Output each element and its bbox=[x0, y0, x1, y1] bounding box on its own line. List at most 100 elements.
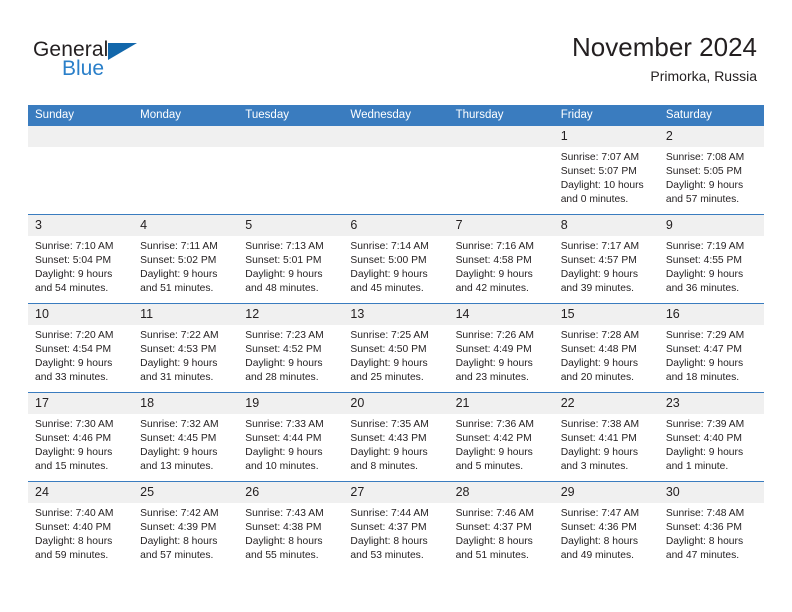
daylight-text-line2: and 33 minutes. bbox=[35, 372, 109, 383]
daylight-text-line1: Daylight: 9 hours bbox=[35, 269, 113, 280]
sunset-text: Sunset: 4:45 PM bbox=[140, 433, 217, 444]
daylight-text-line1: Daylight: 9 hours bbox=[140, 358, 218, 369]
calendar-day-cell[interactable]: 25 Sunrise: 7:42 AM Sunset: 4:39 PM Dayligh… bbox=[133, 481, 239, 570]
daylight-text-line2: and 13 minutes. bbox=[140, 461, 214, 472]
calendar-day-cell-empty bbox=[448, 126, 554, 215]
sunset-text: Sunset: 4:40 PM bbox=[35, 522, 112, 533]
day-number bbox=[448, 126, 554, 147]
sunset-text: Sunset: 4:41 PM bbox=[560, 433, 637, 444]
sunrise-text: Sunrise: 7:25 AM bbox=[350, 330, 429, 341]
day-number bbox=[343, 126, 449, 147]
sunset-text: Sunset: 5:04 PM bbox=[35, 255, 112, 266]
calendar-day-cell[interactable]: 18 Sunrise: 7:32 AM Sunset: 4:45 PM Dayligh… bbox=[133, 392, 239, 482]
calendar-day-cell[interactable]: 11 Sunrise: 7:22 AM Sunset: 4:53 PM Dayligh… bbox=[133, 303, 239, 393]
daylight-text-line1: Daylight: 9 hours bbox=[560, 269, 638, 280]
day-details: Sunrise: 7:47 AM Sunset: 4:36 PM Daylight:… bbox=[554, 503, 659, 563]
calendar-day-cell[interactable]: 27 Sunrise: 7:44 AM Sunset: 4:37 PM Dayligh… bbox=[343, 481, 449, 570]
calendar-day-cell[interactable]: 26 Sunrise: 7:43 AM Sunset: 4:38 PM Dayligh… bbox=[238, 481, 344, 570]
daylight-text-line1: Daylight: 8 hours bbox=[35, 536, 113, 547]
calendar-day-cell[interactable]: 10 Sunrise: 7:20 AM Sunset: 4:54 PM Dayligh… bbox=[28, 303, 134, 393]
daylight-text-line2: and 51 minutes. bbox=[140, 283, 214, 294]
brand-logo[interactable]: General Blue bbox=[33, 38, 153, 84]
daylight-text-line1: Daylight: 9 hours bbox=[35, 358, 113, 369]
day-details bbox=[238, 147, 343, 151]
daylight-text-line1: Daylight: 8 hours bbox=[665, 536, 744, 547]
day-number: 11 bbox=[133, 304, 239, 325]
calendar-day-cell[interactable]: 28 Sunrise: 7:46 AM Sunset: 4:37 PM Dayligh… bbox=[448, 481, 554, 570]
sunrise-text: Sunrise: 7:43 AM bbox=[245, 508, 324, 519]
calendar-day-cell[interactable]: 13 Sunrise: 7:25 AM Sunset: 4:50 PM Dayligh… bbox=[343, 303, 449, 393]
daylight-text-line2: and 45 minutes. bbox=[350, 283, 424, 294]
calendar-day-cell[interactable]: 9 Sunrise: 7:19 AM Sunset: 4:55 PM Daylight… bbox=[658, 214, 764, 304]
calendar-day-cell[interactable]: 20 Sunrise: 7:35 AM Sunset: 4:43 PM Dayligh… bbox=[343, 392, 449, 482]
day-number: 30 bbox=[658, 482, 764, 503]
sunset-text: Sunset: 4:52 PM bbox=[245, 344, 322, 355]
day-number: 23 bbox=[658, 393, 764, 414]
sunrise-text: Sunrise: 7:16 AM bbox=[455, 241, 534, 252]
calendar-day-cell[interactable]: 4 Sunrise: 7:11 AM Sunset: 5:02 PM Daylight… bbox=[133, 214, 239, 304]
day-details: Sunrise: 7:35 AM Sunset: 4:43 PM Daylight:… bbox=[343, 414, 448, 474]
sunset-text: Sunset: 4:38 PM bbox=[245, 522, 322, 533]
calendar-day-cell[interactable]: 1 Sunrise: 7:07 AM Sunset: 5:07 PM Daylight… bbox=[553, 126, 659, 215]
calendar-day-cell[interactable]: 17 Sunrise: 7:30 AM Sunset: 4:46 PM Dayligh… bbox=[28, 392, 134, 482]
daylight-text-line2: and 48 minutes. bbox=[245, 283, 319, 294]
daylight-text-line2: and 1 minute. bbox=[665, 461, 729, 472]
day-number bbox=[238, 126, 344, 147]
column-header-friday: Friday bbox=[553, 105, 659, 126]
daylight-text-line1: Daylight: 9 hours bbox=[35, 447, 113, 458]
calendar-day-cell[interactable]: 19 Sunrise: 7:33 AM Sunset: 4:44 PM Dayligh… bbox=[238, 392, 344, 482]
calendar-week-row: 17 Sunrise: 7:30 AM Sunset: 4:46 PM Dayligh… bbox=[28, 392, 764, 482]
day-number: 18 bbox=[133, 393, 239, 414]
sunrise-text: Sunrise: 7:26 AM bbox=[455, 330, 534, 341]
sunrise-text: Sunrise: 7:13 AM bbox=[245, 241, 324, 252]
column-header-sunday: Sunday bbox=[28, 105, 134, 126]
daylight-text-line2: and 3 minutes. bbox=[560, 461, 629, 472]
calendar-day-cell[interactable]: 12 Sunrise: 7:23 AM Sunset: 4:52 PM Dayligh… bbox=[238, 303, 344, 393]
calendar-day-cell[interactable]: 6 Sunrise: 7:14 AM Sunset: 5:00 PM Daylight… bbox=[343, 214, 449, 304]
day-number: 22 bbox=[553, 393, 659, 414]
sunset-text: Sunset: 4:40 PM bbox=[665, 433, 742, 444]
day-details: Sunrise: 7:07 AM Sunset: 5:07 PM Daylight:… bbox=[554, 147, 659, 207]
title-block: November 2024 Primorka, Russia bbox=[572, 33, 757, 84]
sunrise-text: Sunrise: 7:10 AM bbox=[35, 241, 114, 252]
sunset-text: Sunset: 5:02 PM bbox=[140, 255, 217, 266]
day-number: 12 bbox=[238, 304, 344, 325]
day-details bbox=[449, 147, 554, 151]
calendar-day-cell[interactable]: 15 Sunrise: 7:28 AM Sunset: 4:48 PM Dayligh… bbox=[553, 303, 659, 393]
sunset-text: Sunset: 4:44 PM bbox=[245, 433, 322, 444]
calendar-day-cell[interactable]: 8 Sunrise: 7:17 AM Sunset: 4:57 PM Daylight… bbox=[553, 214, 659, 304]
day-number bbox=[28, 126, 134, 147]
sunset-text: Sunset: 5:07 PM bbox=[560, 166, 637, 177]
calendar-day-cell[interactable]: 22 Sunrise: 7:38 AM Sunset: 4:41 PM Dayligh… bbox=[553, 392, 659, 482]
calendar-day-cell[interactable]: 16 Sunrise: 7:29 AM Sunset: 4:47 PM Dayligh… bbox=[658, 303, 764, 393]
calendar-day-cell[interactable]: 24 Sunrise: 7:40 AM Sunset: 4:40 PM Dayligh… bbox=[28, 481, 134, 570]
sunset-text: Sunset: 4:36 PM bbox=[665, 522, 742, 533]
day-number: 1 bbox=[553, 126, 659, 147]
sunset-text: Sunset: 4:37 PM bbox=[350, 522, 427, 533]
sunset-text: Sunset: 4:57 PM bbox=[560, 255, 637, 266]
sunrise-text: Sunrise: 7:17 AM bbox=[560, 241, 640, 252]
brand-triangle-icon bbox=[108, 43, 137, 60]
sunset-text: Sunset: 4:37 PM bbox=[455, 522, 532, 533]
calendar-day-cell[interactable]: 5 Sunrise: 7:13 AM Sunset: 5:01 PM Daylight… bbox=[238, 214, 344, 304]
day-number: 19 bbox=[238, 393, 344, 414]
daylight-text-line2: and 57 minutes. bbox=[665, 194, 740, 205]
sunset-text: Sunset: 4:47 PM bbox=[665, 344, 742, 355]
day-number: 8 bbox=[553, 215, 659, 236]
calendar-day-cell[interactable]: 21 Sunrise: 7:36 AM Sunset: 4:42 PM Dayligh… bbox=[448, 392, 554, 482]
calendar-day-cell[interactable]: 23 Sunrise: 7:39 AM Sunset: 4:40 PM Dayligh… bbox=[658, 392, 764, 482]
daylight-text-line1: Daylight: 8 hours bbox=[560, 536, 638, 547]
calendar-day-cell[interactable]: 14 Sunrise: 7:26 AM Sunset: 4:49 PM Dayligh… bbox=[448, 303, 554, 393]
day-details: Sunrise: 7:32 AM Sunset: 4:45 PM Daylight:… bbox=[133, 414, 238, 474]
calendar-day-cell[interactable]: 7 Sunrise: 7:16 AM Sunset: 4:58 PM Daylight… bbox=[448, 214, 554, 304]
day-details: Sunrise: 7:13 AM Sunset: 5:01 PM Daylight:… bbox=[238, 236, 343, 296]
sunset-text: Sunset: 4:58 PM bbox=[455, 255, 532, 266]
calendar-day-cell[interactable]: 2 Sunrise: 7:08 AM Sunset: 5:05 PM Daylight… bbox=[658, 126, 764, 215]
daylight-text-line1: Daylight: 9 hours bbox=[560, 447, 638, 458]
calendar-day-cell[interactable]: 30 Sunrise: 7:48 AM Sunset: 4:36 PM Dayligh… bbox=[658, 481, 764, 570]
sunrise-text: Sunrise: 7:14 AM bbox=[350, 241, 429, 252]
calendar-day-cell[interactable]: 3 Sunrise: 7:10 AM Sunset: 5:04 PM Daylight… bbox=[28, 214, 134, 304]
sunset-text: Sunset: 4:53 PM bbox=[140, 344, 217, 355]
calendar-day-cell[interactable]: 29 Sunrise: 7:47 AM Sunset: 4:36 PM Dayligh… bbox=[553, 481, 659, 570]
sunrise-text: Sunrise: 7:35 AM bbox=[350, 419, 429, 430]
